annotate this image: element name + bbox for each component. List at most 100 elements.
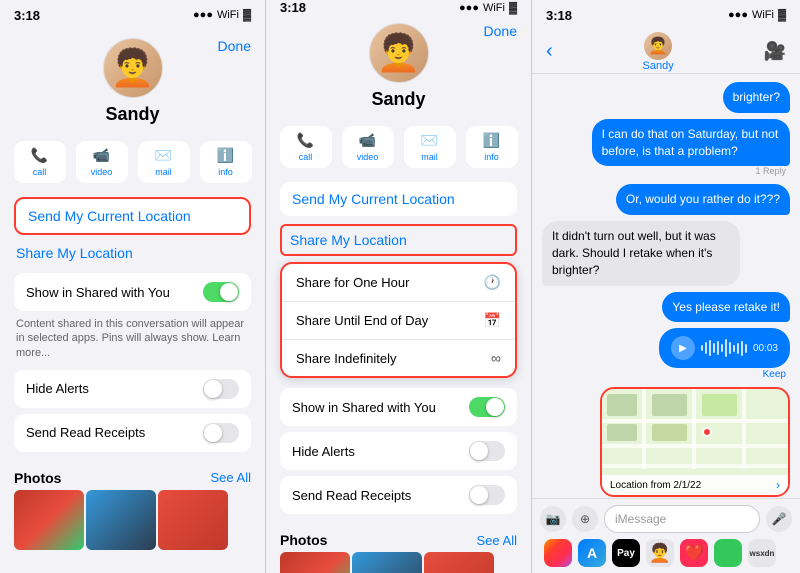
clock-icon: 🕐 (484, 274, 501, 291)
nav-avatar-emoji: 🧑‍🦱 (648, 36, 668, 56)
wave-bar-6 (721, 344, 723, 352)
show-shared-toggle-1[interactable] (203, 282, 239, 302)
share-indefinitely-item[interactable]: Share Indefinitely ∞ (282, 340, 515, 376)
photos-header-1: Photos See All (0, 464, 265, 490)
photo-thumb-4 (280, 552, 350, 573)
done-button-2[interactable]: Done (484, 23, 517, 39)
message-row-map: Location from 2/1/22 › Delivered (542, 387, 790, 498)
camera-button[interactable]: 📷 (540, 506, 566, 532)
applepay-app-icon[interactable]: Pay (612, 539, 640, 567)
memoji-app-icon[interactable]: 🧑‍🦱 (646, 539, 674, 567)
green-app-icon[interactable] (714, 539, 742, 567)
back-button[interactable]: ‹ (546, 40, 553, 63)
apps-button[interactable]: ⊕ (572, 506, 598, 532)
wave-bar-2 (705, 342, 707, 354)
send-read-receipts-toggle-2[interactable] (469, 485, 505, 505)
call-button-2[interactable]: 📞 call (280, 126, 332, 168)
avatar-2: 🧑‍🦱 (369, 23, 429, 83)
keep-label[interactable]: Keep (759, 368, 790, 381)
share-my-location-link-2[interactable]: Share My Location (280, 224, 517, 256)
apps-icon: ⊕ (580, 512, 590, 526)
photo-thumb-2 (86, 490, 156, 550)
messages-list: brighter? I can do that on Saturday, but… (532, 74, 800, 498)
audio-time: 00:03 (753, 343, 778, 354)
wave-bar-7 (725, 339, 727, 357)
show-shared-with-you-row-2: Show in Shared with You (280, 388, 517, 426)
photo-thumb-1 (14, 490, 84, 550)
photos-see-all-2[interactable]: See All (477, 533, 517, 548)
message-input[interactable]: iMessage (604, 505, 760, 533)
battery-icon-2: ▓ (509, 2, 517, 14)
photos-header-2: Photos See All (266, 526, 531, 552)
mail-label-1: mail (155, 167, 172, 177)
send-current-location-button-2[interactable]: Send My Current Location (280, 182, 517, 216)
wave-bar-11 (741, 341, 743, 356)
map-location-label: Location from 2/1/22 (610, 480, 701, 491)
photos-see-all-1[interactable]: See All (211, 470, 251, 485)
call-button-1[interactable]: 📞 call (14, 141, 66, 183)
map-road-v2 (692, 389, 696, 469)
message-text-5: Yes please retake it! (672, 300, 780, 314)
hide-alerts-label-1: Hide Alerts (26, 381, 89, 396)
status-time-2: 3:18 (280, 0, 306, 15)
status-icons-1: ●●● WiFi ▓ (193, 9, 251, 21)
share-end-of-day-item[interactable]: Share Until End of Day 📅 (282, 302, 515, 340)
message-text-3: Or, would you rather do it??? (626, 192, 780, 206)
photos-app-icon[interactable] (544, 539, 572, 567)
map-arrow-icon: › (776, 478, 780, 492)
mail-button-2[interactable]: ✉️ mail (404, 126, 456, 168)
video-button-2[interactable]: 📹 video (342, 126, 394, 168)
photo-thumb-5 (352, 552, 422, 573)
show-shared-label-1: Show in Shared with You (26, 285, 170, 300)
mail-button-1[interactable]: ✉️ mail (138, 141, 190, 183)
appstore-app-icon[interactable]: A (578, 539, 606, 567)
calendar-icon: 📅 (484, 312, 501, 329)
apps-row: A Pay 🧑‍🦱 ❤️ wsxdn (540, 539, 792, 567)
map-road-v1 (642, 389, 646, 469)
message-row-5: Yes please retake it! (542, 292, 790, 323)
photos-title-1: Photos (14, 470, 61, 486)
send-read-receipts-toggle-1[interactable] (203, 423, 239, 443)
heart-app-icon[interactable]: ❤️ (680, 539, 708, 567)
status-time-1: 3:18 (14, 8, 40, 23)
info-icon-2: ℹ️ (483, 132, 500, 149)
mail-icon-1: ✉️ (155, 147, 172, 164)
hide-alerts-toggle-1[interactable] (203, 379, 239, 399)
action-row-1: 📞 call 📹 video ✉️ mail ℹ️ info (0, 135, 265, 189)
send-current-location-button-1[interactable]: Send My Current Location (14, 197, 251, 235)
info-button-1[interactable]: ℹ️ info (200, 141, 252, 183)
messages-status-time: 3:18 (546, 8, 572, 23)
map-footer: Location from 2/1/22 › (602, 475, 788, 495)
play-button[interactable]: ▶ (671, 336, 695, 360)
avatar-1: 🧑‍🦱 (103, 38, 163, 98)
microphone-button[interactable]: 🎤 (766, 506, 792, 532)
wave-bar-3 (709, 340, 711, 356)
message-text-4: It didn't turn out well, but it was dark… (552, 229, 716, 277)
send-read-receipts-label-1: Send Read Receipts (26, 425, 145, 440)
hide-alerts-row-1: Hide Alerts (14, 370, 251, 408)
contact-name-2: Sandy (371, 89, 425, 110)
done-button-1[interactable]: Done (218, 38, 251, 54)
share-one-hour-item[interactable]: Share for One Hour 🕐 (282, 264, 515, 302)
wave-bar-12 (745, 344, 747, 353)
message-bubble-2: I can do that on Saturday, but not befor… (592, 119, 790, 167)
msg-signal-icon: ●●● (728, 9, 748, 21)
show-shared-toggle-2[interactable] (469, 397, 505, 417)
info-button-2[interactable]: ℹ️ info (466, 126, 518, 168)
send-read-receipts-label-2: Send Read Receipts (292, 488, 411, 503)
nav-contact[interactable]: 🧑‍🦱 Sandy (643, 32, 674, 72)
map-thumbnail[interactable]: Location from 2/1/22 › (600, 387, 790, 497)
photo-thumb-3 (158, 490, 228, 550)
message-row-1: brighter? (542, 82, 790, 113)
map-pin (702, 427, 712, 437)
video-button-1[interactable]: 📹 video (76, 141, 128, 183)
hide-alerts-toggle-2[interactable] (469, 441, 505, 461)
info-label-1: info (218, 167, 233, 177)
share-my-location-link-1[interactable]: Share My Location (14, 243, 251, 263)
input-row: 📷 ⊕ iMessage 🎤 (540, 505, 792, 533)
wsxdn-app-icon[interactable]: wsxdn (748, 539, 776, 567)
nav-video-button[interactable]: 🎥 (764, 41, 786, 62)
battery-icon: ▓ (243, 9, 251, 21)
call-label-2: call (299, 152, 313, 162)
wave-bar-9 (733, 345, 735, 352)
